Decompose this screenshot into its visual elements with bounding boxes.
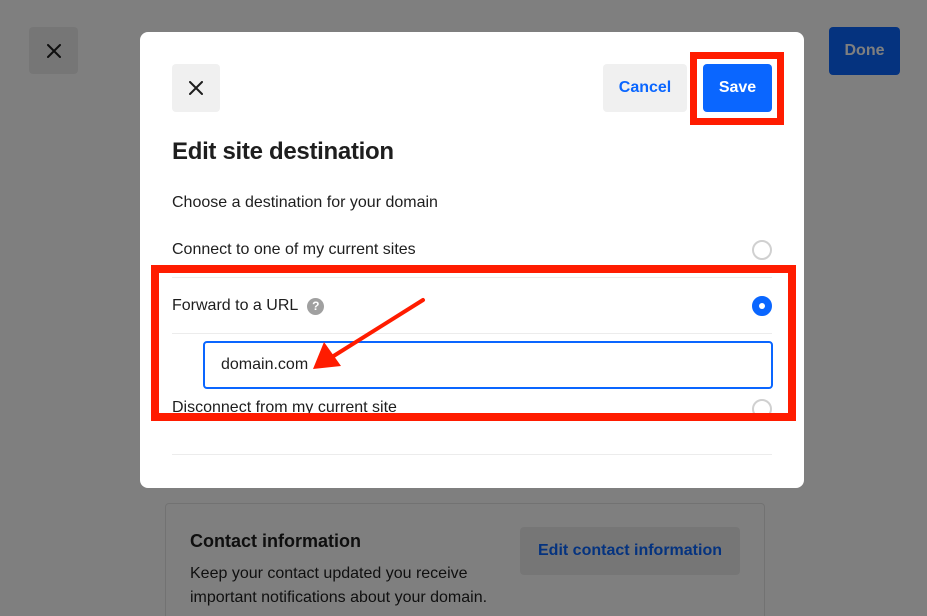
radio-connect-site[interactable] — [752, 240, 772, 260]
cancel-button[interactable]: Cancel — [603, 64, 687, 112]
modal-close-button[interactable] — [172, 64, 220, 112]
save-highlight-box — [690, 52, 784, 125]
close-icon — [189, 81, 203, 95]
forward-url-highlight-box — [151, 265, 796, 421]
modal-subtitle: Choose a destination for your domain — [172, 194, 438, 211]
option-label: Connect to one of my current sites — [172, 241, 416, 258]
modal-title: Edit site destination — [172, 138, 394, 165]
